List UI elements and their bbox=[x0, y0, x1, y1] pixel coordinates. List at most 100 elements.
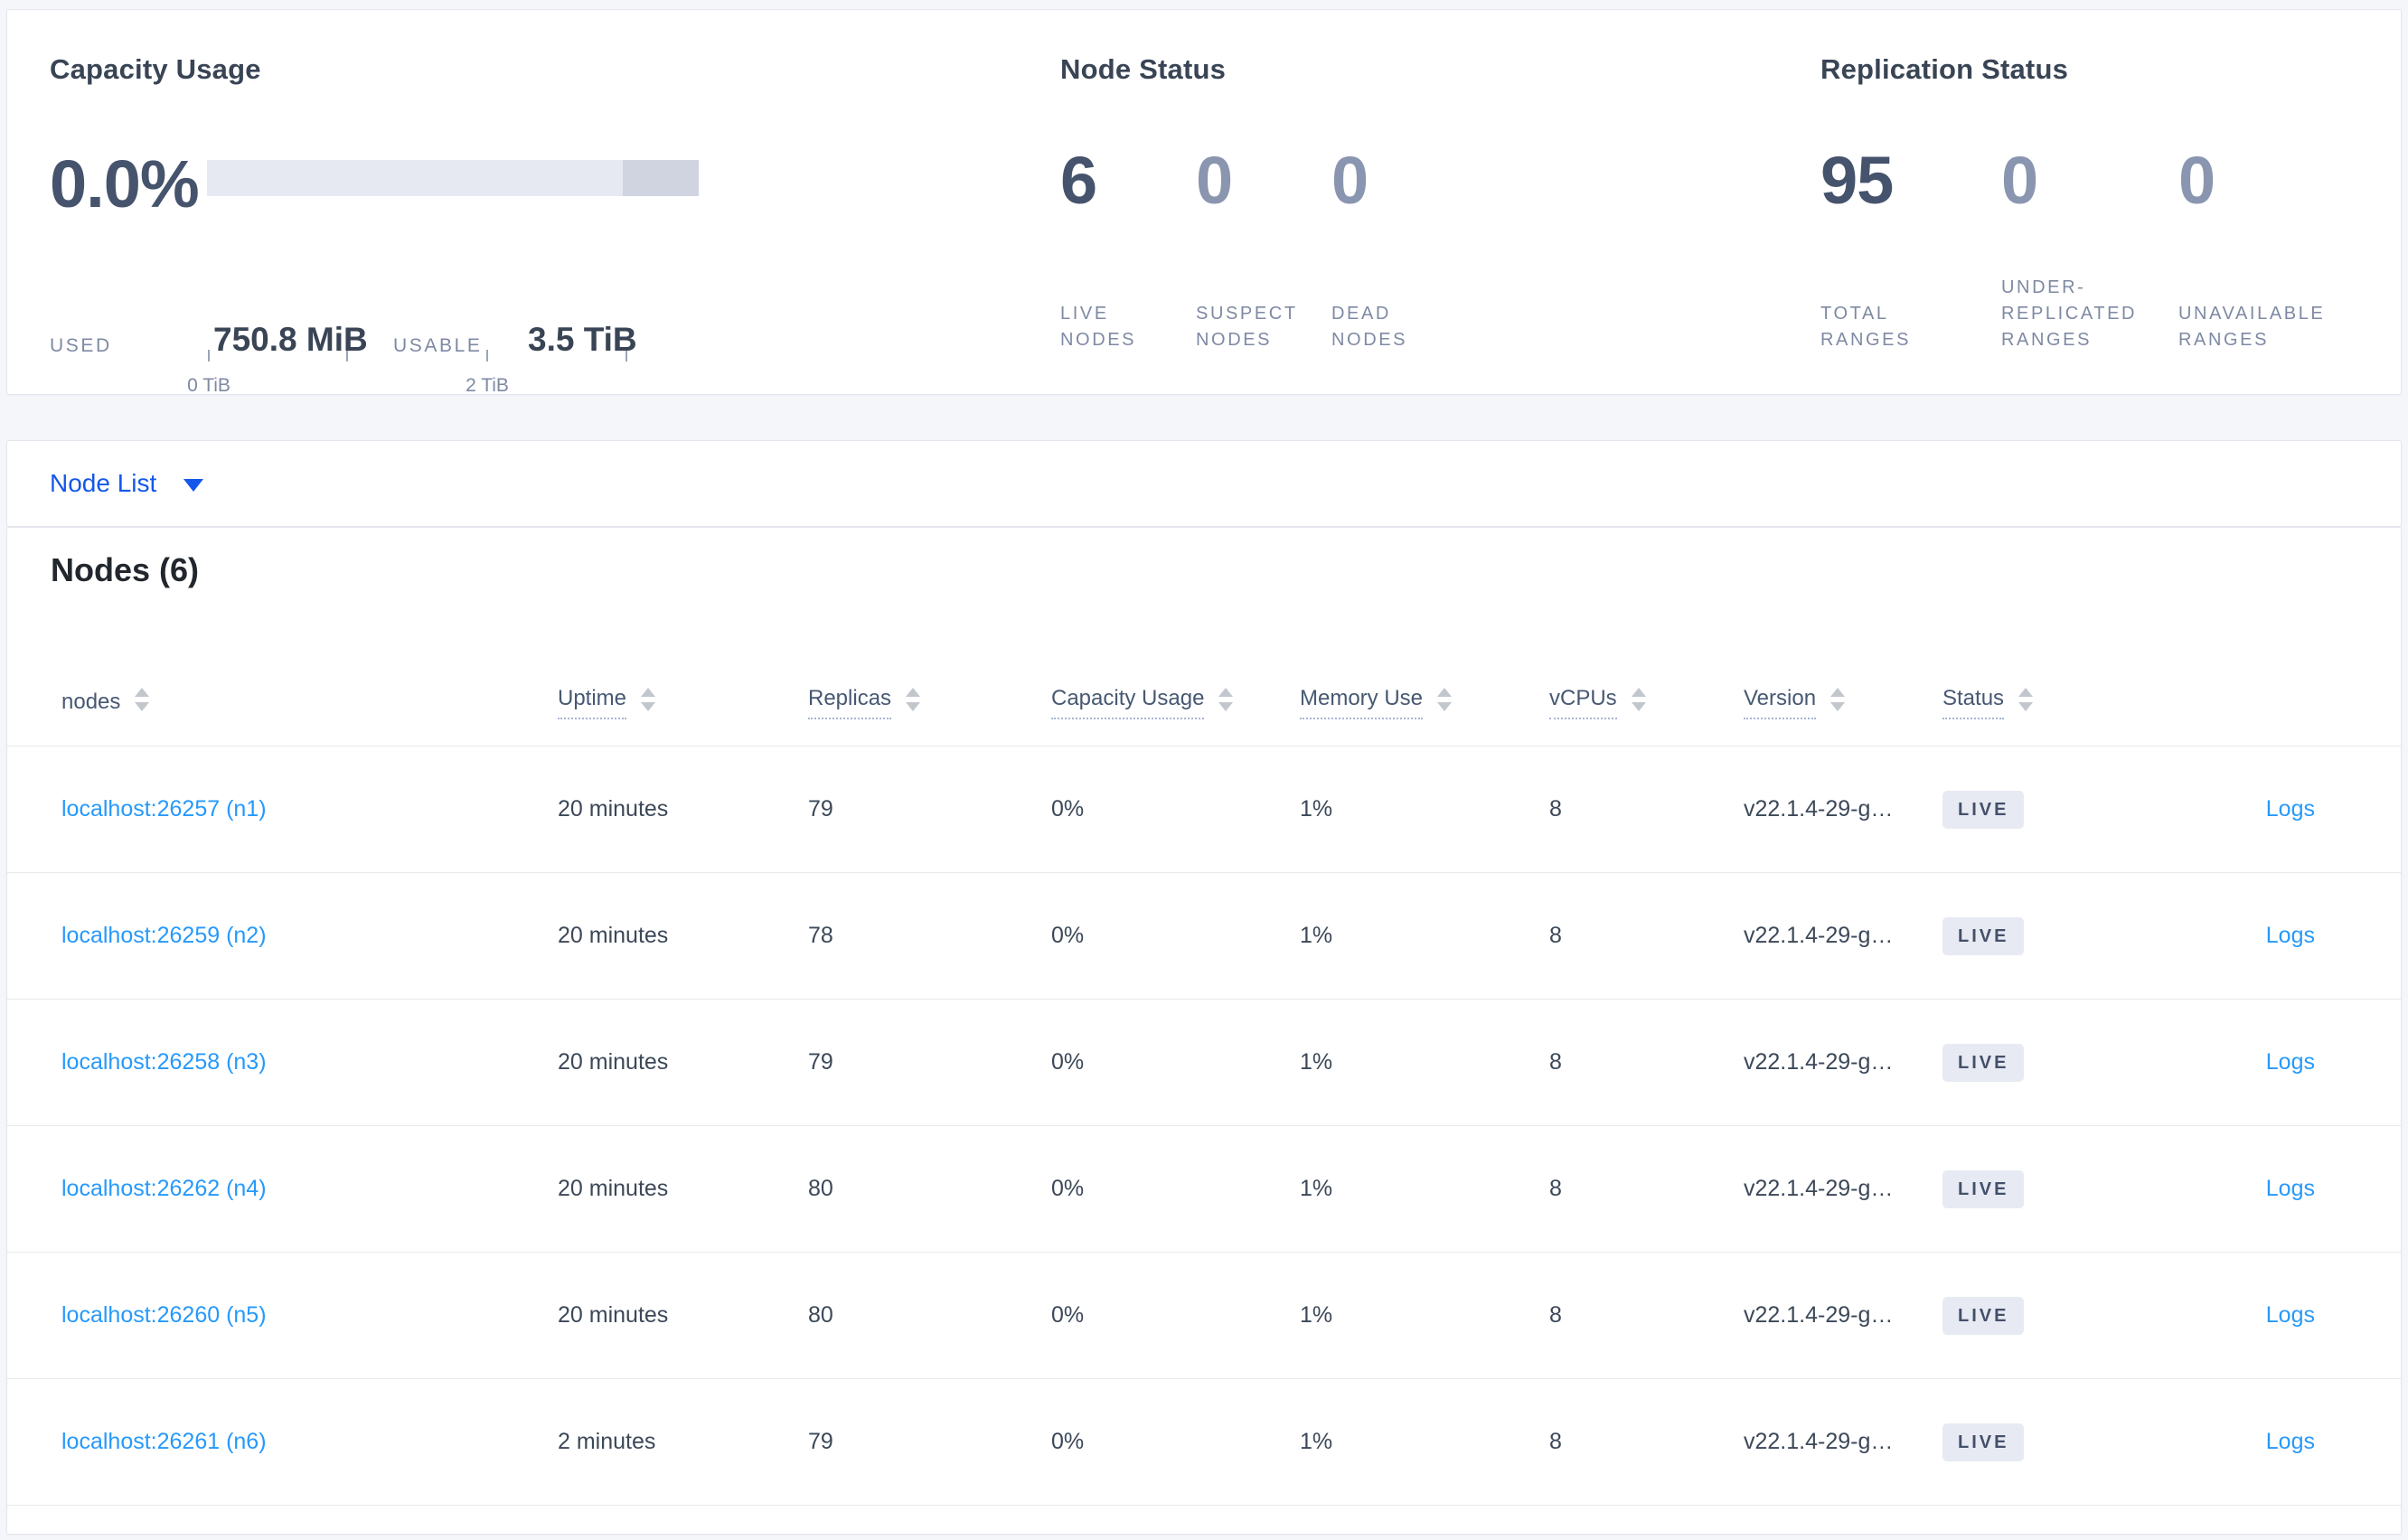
node-link[interactable]: localhost:26260 (n5) bbox=[61, 1302, 267, 1328]
table-row: localhost:26259 (n2) 20 minutes 78 0% 1%… bbox=[7, 873, 2401, 1000]
caret-down-icon bbox=[183, 479, 204, 492]
axis-tick-label: 2 TiB bbox=[466, 375, 509, 396]
node-list-dropdown[interactable]: Node List bbox=[50, 469, 204, 498]
sort-arrows-icon bbox=[2018, 688, 2034, 711]
logs-link[interactable]: Logs bbox=[2266, 923, 2315, 948]
node-link[interactable]: localhost:26259 (n2) bbox=[61, 923, 267, 948]
version-cell: v22.1.4-29-g… bbox=[1744, 1176, 1894, 1201]
used-value: 750.8 MiB bbox=[213, 321, 368, 358]
sort-arrows-icon bbox=[135, 688, 150, 711]
node-cell: localhost:26260 (n5) bbox=[61, 1302, 558, 1329]
logs-link[interactable]: Logs bbox=[2266, 1429, 2315, 1454]
capacity-cell: 0% bbox=[1051, 923, 1085, 948]
replication-status-title: Replication Status bbox=[1820, 53, 2069, 85]
version-cell: v22.1.4-29-g… bbox=[1744, 923, 1894, 948]
status-cell: LIVE bbox=[1942, 1043, 2141, 1082]
version-cell: v22.1.4-29-g… bbox=[1744, 1429, 1894, 1454]
node-link[interactable]: localhost:26257 (n1) bbox=[61, 796, 267, 822]
vcpus-cell: 8 bbox=[1549, 1176, 1562, 1201]
version-cell: v22.1.4-29-g… bbox=[1744, 796, 1894, 822]
column-header-uptime[interactable]: Uptime bbox=[558, 686, 808, 719]
cluster-summary-card: Capacity Usage 0.0% 0 TiB 2 TiB USED 750… bbox=[6, 9, 2402, 396]
table-row: localhost:26262 (n4) 20 minutes 80 0% 1%… bbox=[7, 1126, 2401, 1253]
column-header-version[interactable]: Version bbox=[1744, 686, 1942, 719]
memory-cell: 1% bbox=[1300, 1049, 1333, 1075]
axis-tick-label: 0 TiB bbox=[187, 375, 230, 396]
node-cell: localhost:26258 (n3) bbox=[61, 1049, 558, 1075]
logs-cell: Logs bbox=[2141, 923, 2315, 949]
column-header-capacity-usage[interactable]: Capacity Usage bbox=[1051, 686, 1300, 719]
column-header-status[interactable]: Status bbox=[1942, 686, 2141, 719]
nodes-table-title: Nodes (6) bbox=[51, 551, 200, 588]
status-badge: LIVE bbox=[1942, 790, 2025, 829]
version-cell: v22.1.4-29-g… bbox=[1744, 1302, 1894, 1328]
memory-cell: 1% bbox=[1300, 1176, 1333, 1201]
capacity-cell: 0% bbox=[1051, 1429, 1085, 1454]
vcpus-cell: 8 bbox=[1549, 1049, 1562, 1075]
usable-label: USABLE bbox=[393, 335, 483, 356]
replicas-cell: 78 bbox=[808, 923, 833, 948]
capacity-cell: 0% bbox=[1051, 1302, 1085, 1328]
vcpus-cell: 8 bbox=[1549, 923, 1562, 948]
column-header-nodes[interactable]: nodes bbox=[61, 688, 558, 715]
table-row: localhost:26260 (n5) 20 minutes 80 0% 1%… bbox=[7, 1253, 2401, 1379]
logs-link[interactable]: Logs bbox=[2266, 796, 2315, 822]
capacity-used-percent: 0.0% bbox=[50, 146, 200, 221]
uptime-cell: 20 minutes bbox=[558, 1302, 669, 1328]
logs-cell: Logs bbox=[2141, 1302, 2315, 1329]
node-cell: localhost:26257 (n1) bbox=[61, 796, 558, 822]
live-nodes-value: 6 bbox=[1060, 143, 1097, 218]
uptime-cell: 20 minutes bbox=[558, 1049, 669, 1075]
memory-cell: 1% bbox=[1300, 923, 1333, 948]
replicas-cell: 80 bbox=[808, 1176, 833, 1201]
logs-link[interactable]: Logs bbox=[2266, 1176, 2315, 1201]
node-link[interactable]: localhost:26262 (n4) bbox=[61, 1176, 267, 1201]
replicas-cell: 79 bbox=[808, 1429, 833, 1454]
vcpus-cell: 8 bbox=[1549, 1429, 1562, 1454]
node-cell: localhost:26261 (n6) bbox=[61, 1429, 558, 1455]
version-cell: v22.1.4-29-g… bbox=[1744, 1049, 1894, 1075]
view-selector-bar: Node List bbox=[6, 440, 2402, 527]
column-header-vcpus[interactable]: vCPUs bbox=[1549, 686, 1744, 719]
logs-cell: Logs bbox=[2141, 796, 2315, 822]
replicas-cell: 79 bbox=[808, 796, 833, 822]
nodes-table-body: localhost:26257 (n1) 20 minutes 79 0% 1%… bbox=[7, 747, 2401, 1506]
logs-link[interactable]: Logs bbox=[2266, 1302, 2315, 1328]
total-ranges-value: 95 bbox=[1820, 143, 1894, 218]
dead-nodes-label: DEAD NODES bbox=[1331, 304, 1408, 350]
capacity-stats: USED 750.8 MiB USABLE 3.5 TiB bbox=[50, 321, 863, 366]
memory-cell: 1% bbox=[1300, 796, 1333, 822]
node-list-dropdown-label: Node List bbox=[50, 469, 157, 497]
nodes-table-header: nodes Uptime Replicas Capacity Usage Mem… bbox=[7, 659, 2401, 747]
status-badge: LIVE bbox=[1942, 1169, 2025, 1208]
replicas-cell: 79 bbox=[808, 1049, 833, 1075]
total-ranges-label: TOTAL RANGES bbox=[1820, 304, 1912, 350]
vcpus-cell: 8 bbox=[1549, 796, 1562, 822]
status-cell: LIVE bbox=[1942, 790, 2141, 829]
sort-arrows-icon bbox=[1437, 688, 1453, 711]
suspect-nodes-value: 0 bbox=[1196, 143, 1233, 218]
sort-arrows-icon bbox=[1830, 688, 1846, 711]
table-row: localhost:26257 (n1) 20 minutes 79 0% 1%… bbox=[7, 747, 2401, 873]
sort-arrows-icon bbox=[1218, 688, 1234, 711]
dead-nodes-value: 0 bbox=[1331, 143, 1369, 218]
memory-cell: 1% bbox=[1300, 1429, 1333, 1454]
node-link[interactable]: localhost:26261 (n6) bbox=[61, 1429, 267, 1454]
column-header-replicas[interactable]: Replicas bbox=[808, 686, 1051, 719]
uptime-cell: 2 minutes bbox=[558, 1429, 656, 1454]
capacity-cell: 0% bbox=[1051, 1049, 1085, 1075]
status-cell: LIVE bbox=[1942, 1169, 2141, 1208]
node-link[interactable]: localhost:26258 (n3) bbox=[61, 1049, 267, 1075]
capacity-cell: 0% bbox=[1051, 1176, 1085, 1201]
status-badge: LIVE bbox=[1942, 916, 2025, 955]
capacity-usage-title: Capacity Usage bbox=[50, 53, 261, 85]
nodes-table-card: Nodes (6) nodes Uptime Replicas Capacity… bbox=[6, 527, 2402, 1535]
sort-arrows-icon bbox=[1631, 688, 1646, 711]
under-replicated-ranges-label: UNDER-REPLICATED RANGES bbox=[2001, 277, 2138, 350]
uptime-cell: 20 minutes bbox=[558, 796, 669, 822]
table-row: localhost:26258 (n3) 20 minutes 79 0% 1%… bbox=[7, 1000, 2401, 1126]
unavailable-ranges-label: UNAVAILABLE RANGES bbox=[2178, 304, 2326, 350]
table-row: localhost:26261 (n6) 2 minutes 79 0% 1% … bbox=[7, 1379, 2401, 1506]
logs-link[interactable]: Logs bbox=[2266, 1049, 2315, 1075]
column-header-memory-use[interactable]: Memory Use bbox=[1300, 686, 1549, 719]
